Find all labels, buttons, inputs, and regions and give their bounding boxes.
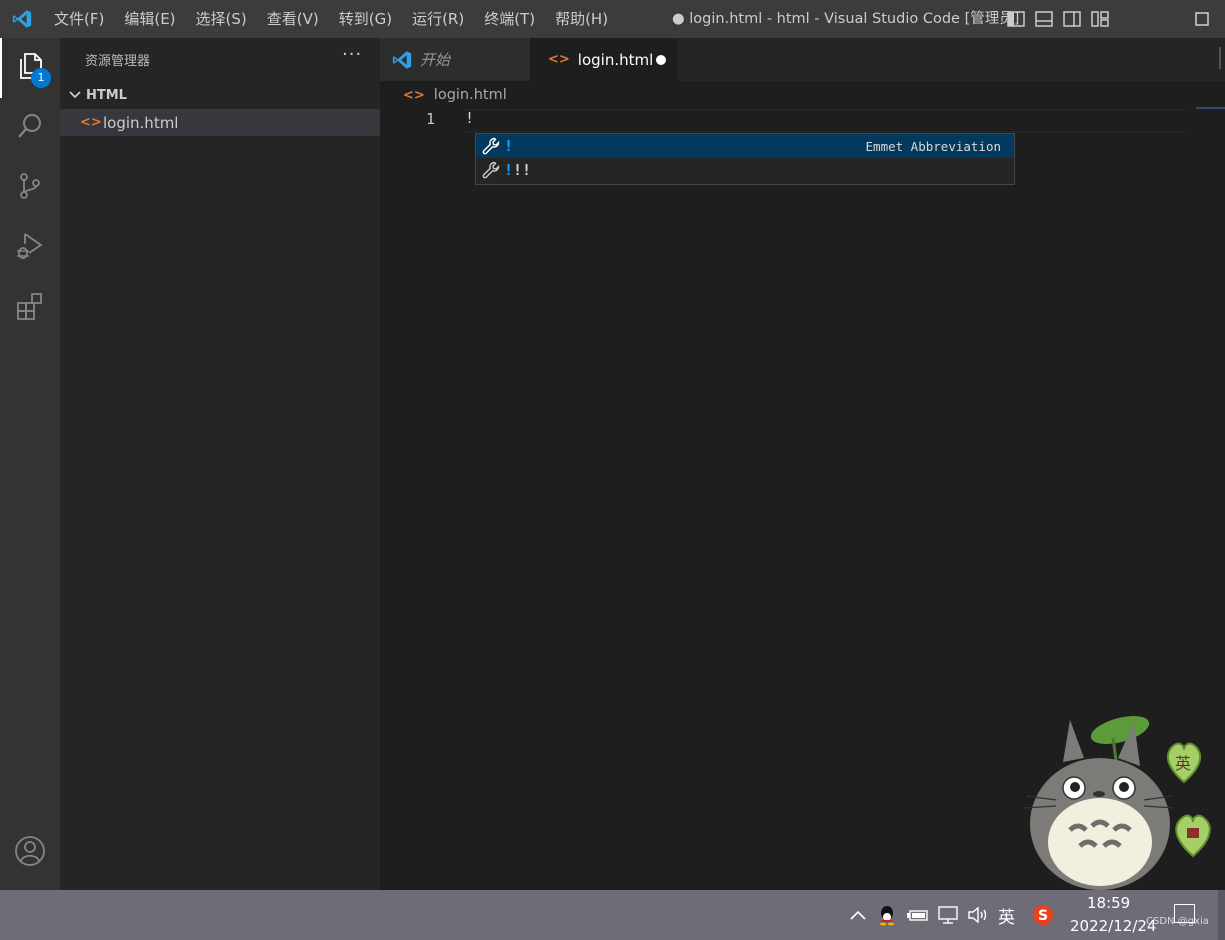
qq-icon[interactable] <box>876 890 898 940</box>
maximize-icon[interactable] <box>1192 9 1212 29</box>
folder-html[interactable]: HTML <box>60 84 380 106</box>
activity-extensions[interactable] <box>0 278 60 338</box>
tab-login-html[interactable]: <> login.html <box>530 38 678 81</box>
html-file-icon: <> <box>80 115 102 130</box>
toggle-secondary-sidebar-icon[interactable] <box>1062 9 1082 29</box>
tab-label: 开始 <box>420 51 451 69</box>
file-name: login.html <box>103 113 179 132</box>
extensions-icon <box>15 291 45 325</box>
window-title: ● login.html - html - Visual Studio Code… <box>672 11 1020 27</box>
activity-source-control[interactable] <box>0 158 60 218</box>
layout-controls <box>1006 0 1110 38</box>
current-line-highlight <box>463 109 1188 132</box>
battery-icon[interactable] <box>906 890 930 940</box>
activity-bar: 1 <box>0 38 60 890</box>
title-bar: 文件(F) 编辑(E) 选择(S) 查看(V) 转到(G) 运行(R) 终端(T… <box>0 0 1225 38</box>
minimap-indicator <box>1196 107 1225 109</box>
menu-run[interactable]: 运行(R) <box>402 0 474 38</box>
line-number: 1 <box>425 110 435 128</box>
activity-accounts[interactable] <box>0 823 60 883</box>
menu-bar: 文件(F) 编辑(E) 选择(S) 查看(V) 转到(G) 运行(R) 终端(T… <box>44 0 618 38</box>
explorer-badge: 1 <box>31 68 51 88</box>
breadcrumb: <> login.html <box>403 84 507 106</box>
chevron-up-icon[interactable] <box>846 890 870 940</box>
wrench-icon <box>478 161 504 179</box>
code-line[interactable]: ! <box>465 109 474 127</box>
wrench-icon <box>478 137 504 155</box>
suggestion-item[interactable]: ! Emmet Abbreviation <box>476 134 1014 158</box>
explorer-title: 资源管理器 <box>85 54 151 69</box>
vscode-logo-icon <box>392 50 412 70</box>
folder-name: HTML <box>86 87 127 103</box>
suggestion-item[interactable]: !!! <box>476 158 1014 182</box>
sogou-icon[interactable]: S <box>1030 890 1056 940</box>
menu-terminal[interactable]: 终端(T) <box>474 0 545 38</box>
taskbar: 英 S 18:59 2022/12/24 CSDN @gxia <box>0 890 1225 940</box>
desktop-pet-totoro[interactable]: 英 <box>1018 712 1225 892</box>
tab-welcome[interactable]: 开始 <box>380 38 530 81</box>
toggle-primary-sidebar-icon[interactable] <box>1006 9 1026 29</box>
ime-indicator[interactable]: 英 <box>998 903 1015 928</box>
vscode-logo-icon <box>0 0 44 38</box>
show-desktop-button[interactable] <box>1218 890 1225 940</box>
activity-explorer[interactable]: 1 <box>0 38 60 98</box>
suggestion-label: !!! <box>504 161 532 179</box>
menu-help[interactable]: 帮助(H) <box>545 0 618 38</box>
suggest-widget: ! Emmet Abbreviation !!! <box>475 133 1015 185</box>
html-file-icon: <> <box>548 52 570 67</box>
run-debug-icon <box>15 231 45 265</box>
more-actions-button[interactable]: ··· <box>342 44 362 65</box>
activity-search[interactable] <box>0 98 60 158</box>
pet-heart-label: 英 <box>1175 754 1192 773</box>
search-icon <box>15 111 45 145</box>
tab-label: login.html <box>577 50 654 69</box>
volume-icon[interactable] <box>966 890 990 940</box>
file-item-login-html[interactable]: <> login.html <box>60 109 380 136</box>
account-icon <box>14 835 46 871</box>
toggle-panel-icon[interactable] <box>1034 9 1054 29</box>
suggestion-label: ! <box>504 137 514 155</box>
notification-icon[interactable] <box>1174 904 1195 923</box>
chevron-down-icon <box>66 91 84 99</box>
unsaved-dot-icon[interactable] <box>656 55 666 65</box>
svg-text:S: S <box>1038 908 1048 924</box>
explorer-sidebar: 资源管理器 ··· HTML <> login.html <box>60 38 380 890</box>
html-file-icon: <> <box>403 87 425 103</box>
menu-selection[interactable]: 选择(S) <box>186 0 257 38</box>
tab-scroll-edge <box>1219 47 1221 69</box>
activity-run-debug[interactable] <box>0 218 60 278</box>
clock-date[interactable]: 2022/12/24 <box>1070 917 1156 935</box>
breadcrumb-file[interactable]: login.html <box>434 87 507 103</box>
suggestion-detail: Emmet Abbreviation <box>865 138 1001 154</box>
clock-time[interactable]: 18:59 <box>1087 894 1130 912</box>
editor-tab-bar: 开始 <> login.html <box>380 38 1225 81</box>
network-icon[interactable] <box>936 890 960 940</box>
customize-layout-icon[interactable] <box>1090 9 1110 29</box>
menu-go[interactable]: 转到(G) <box>329 0 402 38</box>
menu-file[interactable]: 文件(F) <box>44 0 114 38</box>
source-control-icon <box>15 171 45 205</box>
menu-view[interactable]: 查看(V) <box>257 0 329 38</box>
menu-edit[interactable]: 编辑(E) <box>114 0 185 38</box>
